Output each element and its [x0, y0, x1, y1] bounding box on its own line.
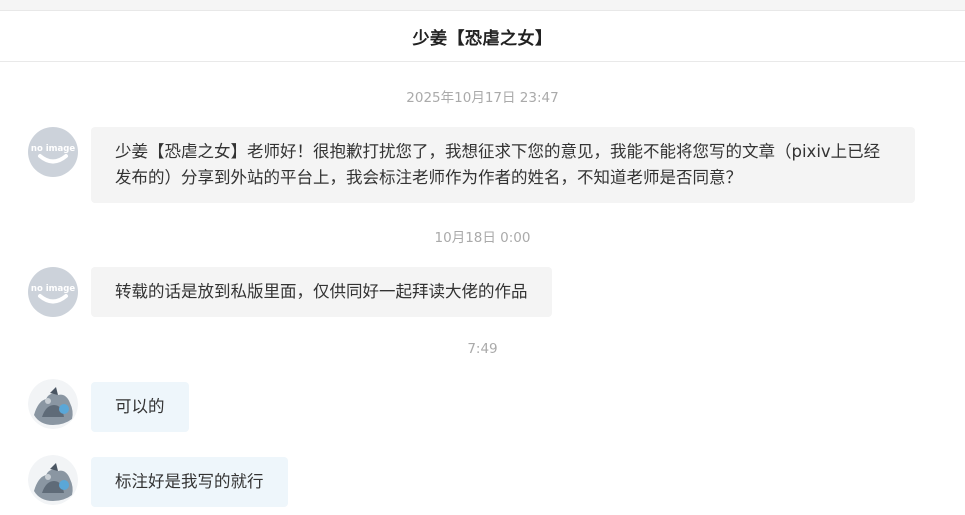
user-avatar-icon — [28, 379, 78, 429]
avatar[interactable]: no image — [28, 127, 78, 177]
timestamp: 7:49 — [467, 341, 498, 357]
message-list[interactable]: 2025年10月17日 23:47 no image 少姜【恐虐之女】老师好！很… — [0, 62, 965, 515]
timestamp: 2025年10月17日 23:47 — [406, 90, 559, 106]
message-bubble: 标注好是我写的就行 — [91, 457, 288, 507]
chat-title: 少姜【恐虐之女】 — [412, 28, 553, 49]
no-image-icon: no image — [31, 284, 75, 304]
message-bubble: 转载的话是放到私版里面，仅供同好一起拜读大佬的作品 — [91, 267, 552, 317]
message-bubble: 可以的 — [91, 382, 189, 432]
message-bubble: 少姜【恐虐之女】老师好！很抱歉打扰您了，我想征求下您的意见，我能不能将您写的文章… — [91, 127, 915, 203]
avatar[interactable]: no image — [28, 267, 78, 317]
svg-text:no image: no image — [31, 284, 75, 294]
chat-header: 少姜【恐虐之女】 — [0, 11, 965, 62]
avatar[interactable] — [28, 455, 78, 505]
no-image-icon: no image — [31, 144, 75, 164]
svg-text:no image: no image — [31, 144, 75, 154]
avatar[interactable] — [28, 379, 78, 429]
timestamp: 10月18日 0:00 — [434, 230, 531, 246]
top-strip — [0, 0, 965, 11]
user-avatar-icon — [28, 455, 78, 505]
